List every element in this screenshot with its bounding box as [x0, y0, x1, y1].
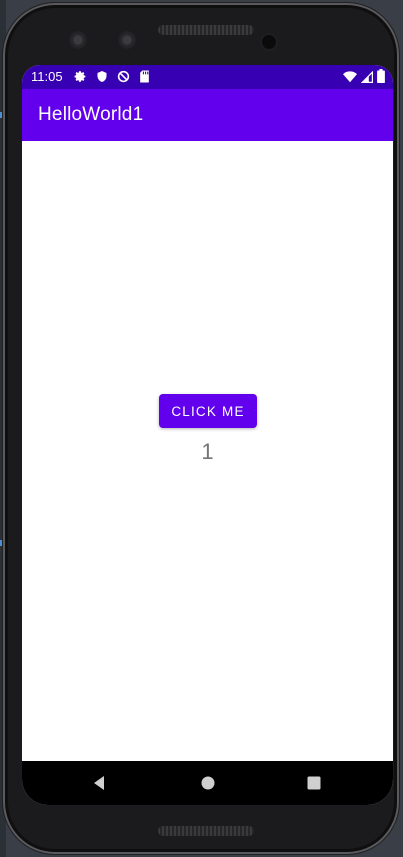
- status-bar: 11:05: [22, 65, 393, 89]
- front-camera: [262, 35, 276, 49]
- main-content: CLICK ME 1: [22, 141, 393, 761]
- top-speaker: [158, 25, 254, 35]
- home-icon[interactable]: [194, 769, 222, 797]
- bottom-speaker: [158, 826, 254, 836]
- sd-card-icon: [139, 68, 150, 87]
- phone-frame: 11:05 HelloWorld1 CLICK ME 1: [3, 3, 399, 854]
- shield-icon: [96, 68, 108, 87]
- back-icon[interactable]: [86, 769, 114, 797]
- sensor-right: [118, 31, 136, 49]
- app-bar: HelloWorld1: [22, 89, 393, 141]
- battery-icon: [377, 68, 385, 87]
- status-time: 11:05: [31, 69, 63, 84]
- counter-text: 1: [201, 439, 214, 464]
- click-me-button[interactable]: CLICK ME: [159, 394, 257, 428]
- device-screen: 11:05 HelloWorld1 CLICK ME 1: [22, 65, 393, 805]
- navigation-bar: [22, 761, 393, 805]
- data-saver-icon: [117, 68, 130, 87]
- status-icons-right: [343, 68, 385, 87]
- gear-icon: [74, 68, 87, 87]
- sensor-left: [69, 31, 87, 49]
- status-icons-left: [74, 70, 150, 84]
- app-title: HelloWorld1: [38, 104, 144, 125]
- signal-icon: [360, 68, 373, 87]
- recents-icon[interactable]: [300, 769, 328, 797]
- wifi-icon: [343, 68, 357, 87]
